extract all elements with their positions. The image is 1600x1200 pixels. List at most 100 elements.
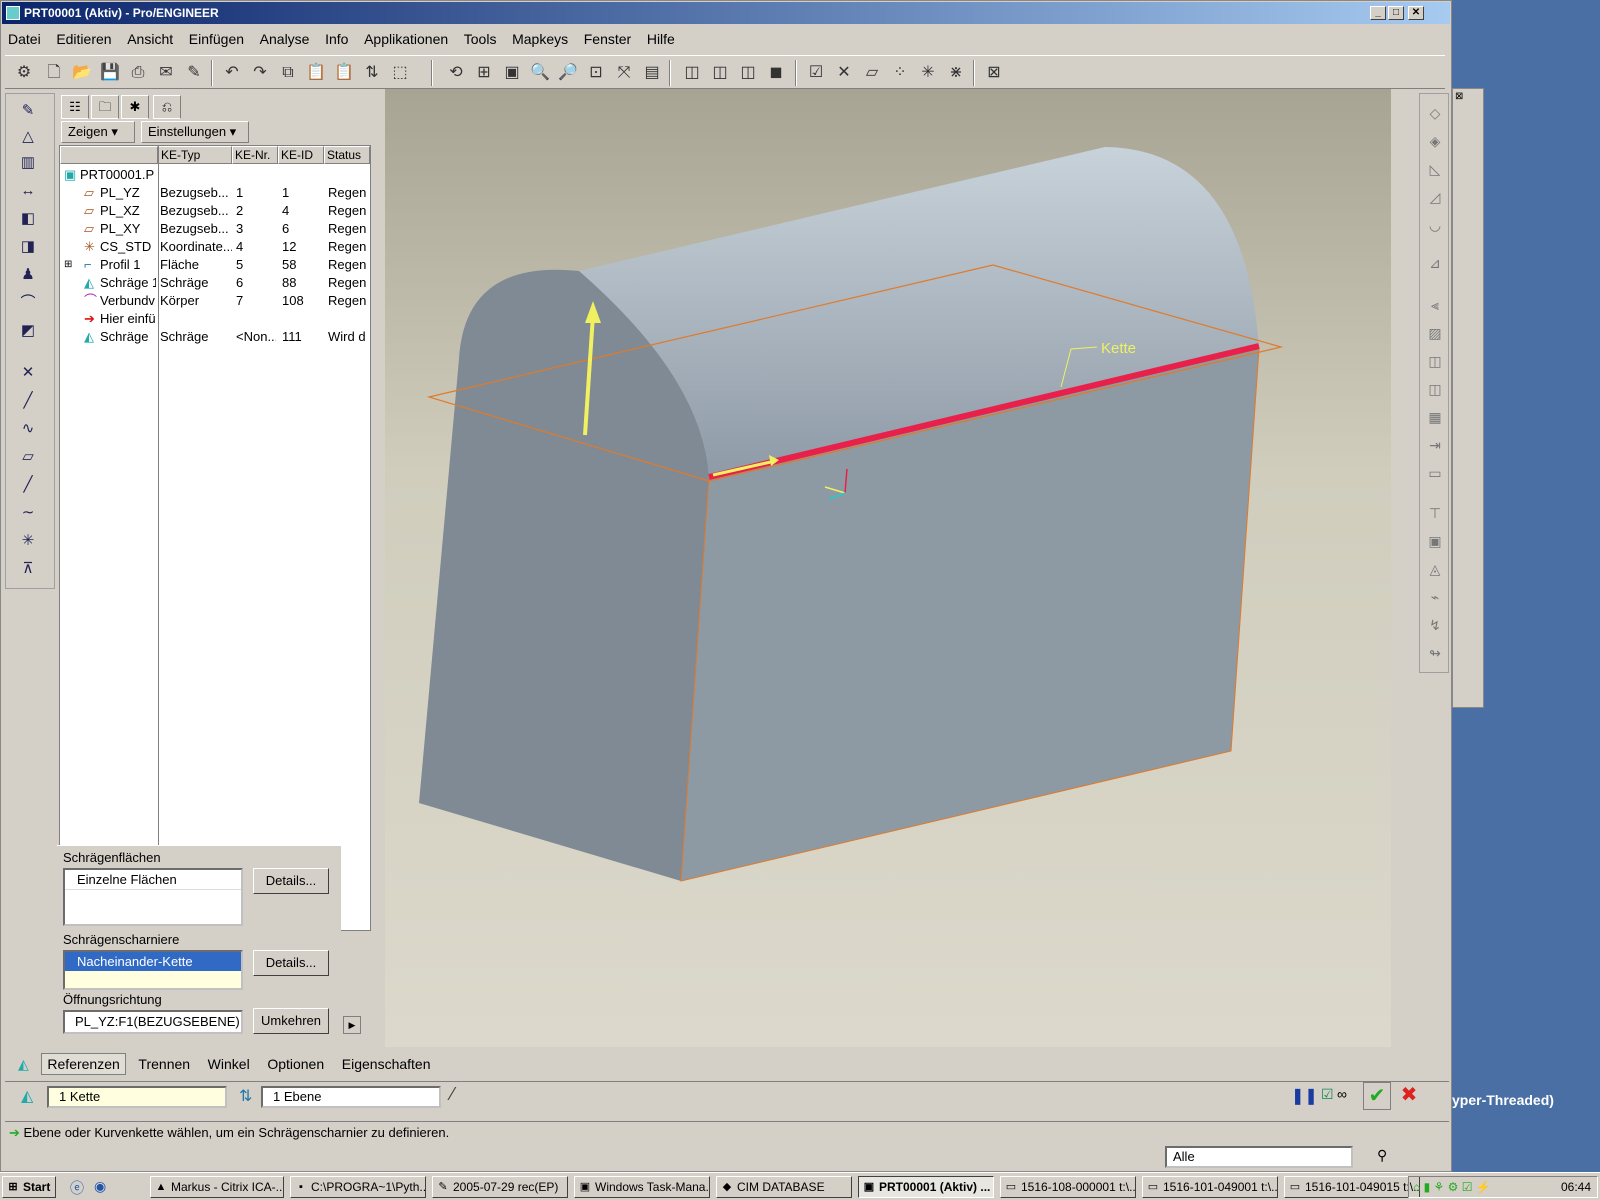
shell-icon[interactable]: ◈: [1424, 130, 1446, 152]
menu-mapkeys[interactable]: Mapkeys: [506, 27, 574, 51]
csys-icon[interactable]: ✳: [16, 530, 40, 552]
tray-icons[interactable]: ⌂ ▮ ⚘ ⚙ ☑ ⚡: [1413, 1177, 1491, 1197]
hinges-details-button[interactable]: Details...: [253, 950, 329, 976]
flip-button[interactable]: Umkehren: [253, 1008, 329, 1034]
copy-icon[interactable]: ⧉: [277, 62, 299, 84]
flex-icon[interactable]: ↬: [1424, 642, 1446, 664]
open-file-icon[interactable]: 📂: [71, 62, 93, 84]
close-button[interactable]: ✕: [1408, 6, 1424, 20]
tree-root[interactable]: ▣ PRT00001.P: [60, 166, 370, 184]
undo-icon[interactable]: ↶: [221, 62, 243, 84]
table-row[interactable]: ▱ PL_YZ Bezugseb... 1 1 Regen: [60, 184, 370, 202]
spinal-bend-icon[interactable]: ⌁: [1424, 586, 1446, 608]
person-icon[interactable]: ♟: [16, 264, 40, 286]
taskbar-item-citrix[interactable]: ▲ Markus - Citrix ICA-...: [150, 1176, 284, 1198]
menu-info[interactable]: Info: [319, 27, 354, 51]
model-tree-tab-icon[interactable]: ☷: [61, 95, 89, 119]
taskbar-item-doc2[interactable]: ▭ 1516-101-049001 t:\...: [1142, 1176, 1278, 1198]
regenerate-icon[interactable]: ⇅: [361, 62, 383, 84]
browser-icon[interactable]: ◉: [94, 1178, 106, 1195]
tree-header-type[interactable]: KE-Typ: [158, 146, 232, 164]
tab-optionen[interactable]: Optionen: [262, 1054, 329, 1074]
draft-hinges-item[interactable]: Nacheinander-Kette: [65, 952, 241, 971]
tab-eigenschaften[interactable]: Eigenschaften: [337, 1054, 436, 1074]
rib-icon[interactable]: ◺: [1424, 158, 1446, 180]
maximize-button[interactable]: □: [1388, 6, 1404, 20]
orient-icon[interactable]: ▣: [501, 62, 523, 84]
pull-direction-collector[interactable]: 1 Ebene: [261, 1086, 441, 1108]
draft-icon[interactable]: ◿: [1424, 186, 1446, 208]
zoom-out-icon[interactable]: 🔎: [557, 62, 579, 84]
tree-header-nr[interactable]: KE-Nr.: [232, 146, 278, 164]
chamfer-icon[interactable]: ◩: [16, 320, 40, 342]
expand-icon[interactable]: ⊞: [64, 256, 72, 274]
angle-toggle-icon[interactable]: ⁄: [451, 1084, 454, 1105]
session-icon[interactable]: ⚙: [13, 62, 35, 84]
show-dropdown[interactable]: Zeigen ▾: [61, 121, 135, 143]
draft-surfaces-list[interactable]: Einzelne Flächen: [63, 868, 243, 926]
menu-ansicht[interactable]: Ansicht: [121, 27, 179, 51]
datum-axes-icon[interactable]: ✕: [833, 62, 855, 84]
paste-icon[interactable]: 📋: [305, 62, 327, 84]
layers-icon[interactable]: ☑: [805, 62, 827, 84]
redo-icon[interactable]: ↷: [249, 62, 271, 84]
table-row[interactable]: ⌒ Verbundv Körper 7 108 Regen: [60, 292, 370, 310]
history-tab-icon[interactable]: ⎌: [153, 95, 181, 119]
draft-hinges-list[interactable]: Nacheinander-Kette: [63, 950, 243, 990]
saved-views-icon[interactable]: ▤: [641, 62, 663, 84]
preview-checkbox-icon[interactable]: ☑: [1321, 1086, 1334, 1103]
send-icon[interactable]: ✎: [183, 62, 205, 84]
menu-tools[interactable]: Tools: [458, 27, 503, 51]
mail-icon[interactable]: ✉: [155, 62, 177, 84]
offset-icon[interactable]: ▭: [1424, 462, 1446, 484]
taskbar-item-proe[interactable]: ▣ PRT00001 (Aktiv) ...: [858, 1176, 994, 1198]
plane-icon[interactable]: △: [16, 126, 40, 148]
no-hidden-icon[interactable]: ◫: [737, 62, 759, 84]
print-icon[interactable]: ⎙: [127, 62, 149, 84]
refit-icon[interactable]: ⊡: [585, 62, 607, 84]
taskbar-item-doc1[interactable]: ▭ 1516-108-000001 t:\...: [1000, 1176, 1136, 1198]
menu-editieren[interactable]: Editieren: [50, 27, 117, 51]
table-row[interactable]: ◭ Schräge 1 Schräge 6 88 Regen: [60, 274, 370, 292]
table-row[interactable]: ✳ CS_STD Koordinate... 4 12 Regen: [60, 238, 370, 256]
solidify-icon[interactable]: ▣: [1424, 530, 1446, 552]
pause-icon[interactable]: ❚❚: [1291, 1086, 1318, 1106]
graphics-window[interactable]: Kette: [385, 89, 1391, 1047]
menu-hilfe[interactable]: Hilfe: [641, 27, 681, 51]
menu-fenster[interactable]: Fenster: [578, 27, 637, 51]
coord-sys-icon[interactable]: ✳: [917, 62, 939, 84]
datum-axis2-icon[interactable]: ╱: [16, 474, 40, 496]
curve-icon[interactable]: ∼: [16, 502, 40, 524]
settings-dropdown[interactable]: Einstellungen ▾: [141, 121, 249, 143]
taskbar-item-python[interactable]: ▪ C:\PROGRA~1\Pyth...: [290, 1176, 426, 1198]
taskbar-item-taskmgr[interactable]: ▣ Windows Task-Mana...: [574, 1176, 710, 1198]
datum-points-icon[interactable]: ⁘: [889, 62, 911, 84]
sketch-icon[interactable]: ✎: [16, 100, 40, 122]
reorient-icon[interactable]: ⤧: [613, 62, 635, 84]
taskbar-item-doc3[interactable]: ▭ 1516-101-049015 t:\...: [1284, 1176, 1420, 1198]
spin-center-icon[interactable]: ⊞: [473, 62, 495, 84]
folder-tab-icon[interactable]: 🗀: [91, 95, 119, 119]
table-row[interactable]: ▱ PL_XZ Bezugseb... 2 4 Regen: [60, 202, 370, 220]
menu-applikationen[interactable]: Applikationen: [358, 27, 454, 51]
table-row[interactable]: ▱ PL_XY Bezugseb... 3 6 Regen: [60, 220, 370, 238]
bg-window-close-icon[interactable]: ⊠: [1455, 91, 1481, 105]
revolve-icon[interactable]: ◧: [16, 208, 40, 230]
scroll-right-icon[interactable]: ▶: [343, 1016, 361, 1034]
tab-referenzen[interactable]: Referenzen: [41, 1053, 126, 1075]
extrude-icon[interactable]: ▥: [16, 152, 40, 174]
grid-icon[interactable]: ▦: [1424, 406, 1446, 428]
hinge-collector-field[interactable]: 1 Kette: [47, 1086, 227, 1108]
tab-winkel[interactable]: Winkel: [203, 1054, 255, 1074]
menu-datei[interactable]: Datei: [2, 27, 47, 51]
glasses-icon[interactable]: ∞: [1337, 1086, 1347, 1102]
tab-trennen[interactable]: Trennen: [133, 1054, 195, 1074]
dimension-icon[interactable]: ↔: [16, 180, 40, 202]
favorites-tab-icon[interactable]: ✱: [121, 95, 149, 119]
close-window-icon[interactable]: ⊠: [983, 62, 1005, 84]
taskbar-item-cim[interactable]: ◆ CIM DATABASE: [716, 1176, 852, 1198]
hidden-line-icon[interactable]: ◫: [709, 62, 731, 84]
extend-icon[interactable]: ⇥: [1424, 434, 1446, 456]
menu-analyse[interactable]: Analyse: [254, 27, 316, 51]
draft-surfaces-item[interactable]: Einzelne Flächen: [65, 870, 241, 890]
